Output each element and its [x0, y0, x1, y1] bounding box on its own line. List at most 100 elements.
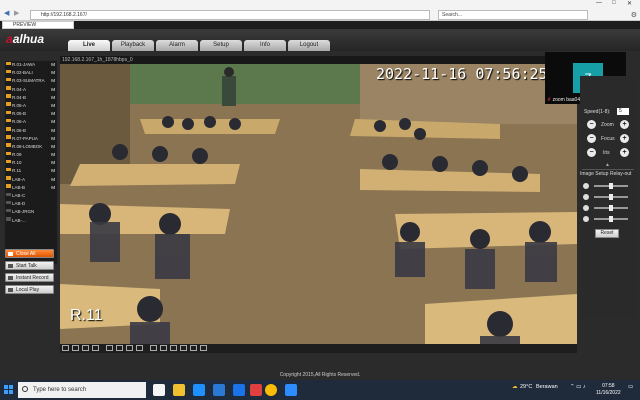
image-setup-tab[interactable]: Image Setup: [580, 171, 608, 177]
tab-setup[interactable]: Setup: [200, 40, 242, 51]
channel-item[interactable]: LAB-B M: [5, 184, 57, 192]
channel-list[interactable]: R.01-JAWA M R.02-BALI M R.03-SUMATRA M R.04-A M…: [5, 61, 57, 264]
windows-start-icon[interactable]: [4, 385, 13, 394]
brightness-slider[interactable]: [594, 183, 628, 189]
stream-mode[interactable]: M: [51, 167, 55, 175]
iris-close-button[interactable]: −: [587, 148, 596, 157]
local-play-button[interactable]: Local Play: [5, 285, 54, 294]
channel-item[interactable]: LAB-...: [5, 217, 57, 225]
channel-item[interactable]: LAB-JRGN: [5, 208, 57, 216]
browser-search-input[interactable]: Search...: [438, 10, 588, 20]
zoom-in-icon[interactable]: [126, 345, 133, 351]
channel-item[interactable]: R.07-PAPUA M: [5, 135, 57, 143]
layout-25-icon[interactable]: [170, 345, 177, 351]
hue-slider[interactable]: [594, 216, 628, 222]
mail-icon[interactable]: [233, 384, 245, 396]
tab-alarm[interactable]: Alarm: [156, 40, 198, 51]
address-bar[interactable]: http://192.168.2.167/: [30, 10, 430, 20]
tab-logout[interactable]: Logout: [288, 40, 330, 51]
weather-temp[interactable]: 29°C: [520, 384, 532, 390]
zoom-in-button[interactable]: +: [620, 120, 629, 129]
channel-item[interactable]: R.05-A M: [5, 102, 57, 110]
chrome-icon[interactable]: [265, 384, 277, 396]
saturation-slider[interactable]: [594, 205, 628, 211]
snapshot-icon[interactable]: [116, 345, 123, 351]
speed-select[interactable]: 5: [617, 108, 629, 115]
channel-item[interactable]: LAB-C: [5, 192, 57, 200]
focus-out-button[interactable]: −: [587, 134, 596, 143]
forward-icon[interactable]: ▶: [14, 9, 19, 17]
collapse-chevron-icon[interactable]: ▲: [605, 162, 610, 168]
tab-playback[interactable]: Playback: [112, 40, 154, 51]
channel-item[interactable]: LAB-D: [5, 200, 57, 208]
stream-mode[interactable]: M: [51, 94, 55, 102]
stream-mode[interactable]: M: [51, 69, 55, 77]
edge-icon[interactable]: [193, 384, 205, 396]
channel-item[interactable]: R.08-LOMBOK M: [5, 143, 57, 151]
zoom-app-icon[interactable]: [285, 384, 297, 396]
fullscreen-icon[interactable]: [92, 345, 99, 351]
file-explorer-icon[interactable]: [173, 384, 185, 396]
layout-6-icon[interactable]: [200, 345, 207, 351]
stream-mode[interactable]: M: [51, 110, 55, 118]
stream-mode[interactable]: M: [51, 184, 55, 192]
browser-tab[interactable]: PREVIEW: [2, 21, 74, 29]
instant-record-button[interactable]: Instant Record: [5, 273, 54, 282]
slider-knob[interactable]: [609, 183, 613, 189]
tab-live[interactable]: Live: [68, 40, 110, 51]
task-view-icon[interactable]: [153, 384, 165, 396]
maximize-button[interactable]: □: [612, 0, 616, 6]
stream-mode[interactable]: M: [51, 135, 55, 143]
channel-item[interactable]: R.04-B M: [5, 94, 57, 102]
taskbar-search-input[interactable]: Type here to search: [18, 382, 146, 398]
stream-mode[interactable]: M: [51, 127, 55, 135]
channel-item[interactable]: R.10 M: [5, 159, 57, 167]
layout-9-icon[interactable]: [82, 345, 89, 351]
stream-mode[interactable]: M: [51, 151, 55, 159]
record-tool-icon[interactable]: [136, 345, 143, 351]
channel-item[interactable]: R.05-B M: [5, 110, 57, 118]
layout-custom-icon[interactable]: [190, 345, 197, 351]
reset-button[interactable]: Reset: [595, 229, 619, 238]
audio-icon[interactable]: [150, 345, 157, 351]
stream-mode[interactable]: M: [51, 77, 55, 85]
stretch-icon[interactable]: [106, 345, 113, 351]
channel-item[interactable]: R.06-B M: [5, 127, 57, 135]
back-icon[interactable]: ◀: [4, 9, 9, 17]
clock[interactable]: 07:58 11/16/2022: [596, 383, 621, 397]
tray-icons[interactable]: ⌃ ▭ ♪: [570, 384, 586, 390]
zoom-out-button[interactable]: −: [587, 120, 596, 129]
channel-item[interactable]: LAB-A M: [5, 176, 57, 184]
gear-icon[interactable]: ⚙: [631, 11, 637, 19]
app-icon[interactable]: [250, 384, 262, 396]
layout-1-icon[interactable]: [62, 345, 69, 351]
store-icon[interactable]: [213, 384, 225, 396]
focus-in-button[interactable]: +: [620, 134, 629, 143]
channel-item[interactable]: R.01-JAWA M: [5, 61, 57, 69]
layout-16-icon[interactable]: [160, 345, 167, 351]
live-video-pane[interactable]: 192.168.2.167_1h_1878hbps_0 2022-11-16 0…: [60, 56, 577, 349]
channel-item[interactable]: R.04-A M: [5, 86, 57, 94]
stream-mode[interactable]: M: [51, 159, 55, 167]
start-talk-button[interactable]: Start Talk: [5, 261, 54, 270]
stream-mode[interactable]: M: [51, 86, 55, 94]
tab-info[interactable]: Info: [244, 40, 286, 51]
minimize-button[interactable]: —: [596, 0, 602, 6]
channel-item[interactable]: R.09 M: [5, 151, 57, 159]
contrast-slider[interactable]: [594, 194, 628, 200]
slider-knob[interactable]: [609, 205, 613, 211]
channel-item[interactable]: R.02-BALI M: [5, 69, 57, 77]
close-all-button[interactable]: Close All: [5, 249, 54, 258]
notification-icon[interactable]: ▭: [628, 384, 633, 390]
close-window-button[interactable]: ✕: [627, 0, 632, 7]
slider-knob[interactable]: [609, 216, 613, 222]
channel-item[interactable]: R.11 M: [5, 167, 57, 175]
layout-36-icon[interactable]: [180, 345, 187, 351]
stream-mode[interactable]: M: [51, 143, 55, 151]
stream-mode[interactable]: M: [51, 61, 55, 69]
layout-4-icon[interactable]: [72, 345, 79, 351]
relay-out-tab[interactable]: Relay-out: [610, 171, 631, 177]
channel-item[interactable]: R.03-SUMATRA M: [5, 77, 57, 85]
stream-mode[interactable]: M: [51, 102, 55, 110]
stream-mode[interactable]: M: [51, 176, 55, 184]
